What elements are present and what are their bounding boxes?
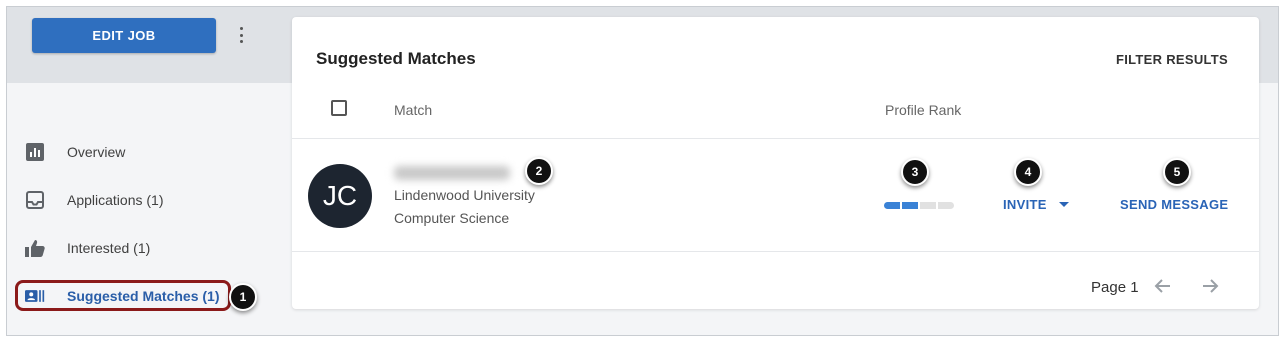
suggested-matches-panel: Suggested Matches FILTER RESULTS Match P… — [292, 17, 1259, 309]
candidate-school: Lindenwood University — [394, 187, 535, 203]
divider — [292, 251, 1259, 252]
send-message-button[interactable]: SEND MESSAGE — [1120, 197, 1228, 212]
filter-results-button[interactable]: FILTER RESULTS — [1116, 52, 1228, 67]
candidate-major: Computer Science — [394, 210, 510, 226]
profile-rank-bar — [884, 202, 954, 209]
avatar[interactable]: JC — [308, 164, 372, 228]
sidebar-item-applications[interactable]: Applications (1) — [25, 188, 164, 212]
select-all-checkbox[interactable] — [331, 100, 347, 116]
invite-label: INVITE — [1003, 197, 1047, 212]
bar-chart-icon — [25, 142, 45, 162]
sidebar-item-label: Interested (1) — [67, 240, 151, 256]
caret-down-icon — [1058, 202, 1069, 207]
callout-2: 2 — [525, 157, 553, 185]
app-frame: EDIT JOB Overview Applications (1) Inter… — [6, 6, 1279, 336]
invite-button[interactable]: INVITE — [1003, 197, 1069, 212]
thumbs-up-icon — [25, 238, 45, 258]
arrow-right-icon[interactable] — [1198, 274, 1222, 298]
divider — [292, 138, 1259, 139]
kebab-vertical-icon[interactable] — [233, 24, 249, 46]
callout-4: 4 — [1014, 158, 1042, 186]
column-header-profile-rank: Profile Rank — [885, 102, 962, 118]
callout-3: 3 — [901, 158, 929, 186]
callout-5: 5 — [1163, 158, 1191, 186]
sidebar-item-label: Overview — [67, 144, 126, 160]
highlight-box — [15, 280, 231, 311]
sidebar-item-label: Applications (1) — [67, 192, 164, 208]
pagination-label: Page 1 — [1091, 279, 1139, 296]
candidate-name-redacted[interactable] — [394, 166, 510, 180]
column-header-match: Match — [394, 102, 433, 118]
arrow-left-icon[interactable] — [1151, 274, 1175, 298]
inbox-icon — [25, 190, 45, 210]
page-title: Suggested Matches — [316, 49, 476, 68]
sidebar-item-interested[interactable]: Interested (1) — [25, 236, 150, 260]
sidebar-item-overview[interactable]: Overview — [25, 140, 125, 164]
edit-job-button[interactable]: EDIT JOB — [32, 18, 216, 53]
callout-1: 1 — [229, 283, 257, 311]
